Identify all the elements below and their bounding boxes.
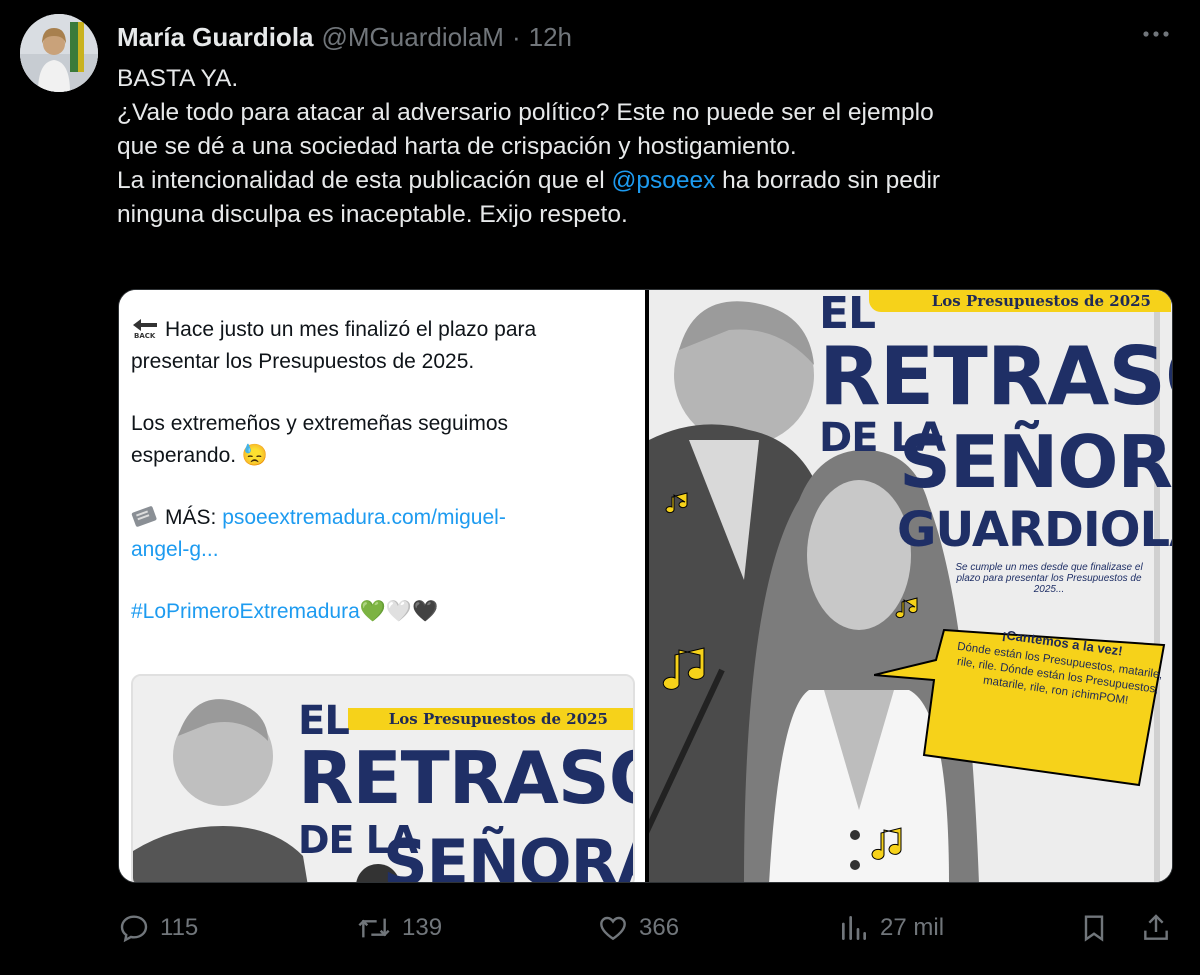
poster-retraso: RETRASO <box>298 736 635 820</box>
embedded-line: #LoPrimeroExtremadura💚🤍🖤 <box>131 596 631 628</box>
more-dots-icon <box>1143 31 1169 37</box>
separator-dot: · <box>511 21 521 52</box>
tweet-line: ¿Vale todo para atacar al adversario pol… <box>117 99 934 126</box>
poster-senora: SEÑORA <box>899 420 1172 504</box>
poster-senora: SEÑORA <box>383 826 633 883</box>
tweet-text: BASTA YA. ¿Vale todo para atacar al adve… <box>117 62 1167 232</box>
poster-banner: Los Presupuestos de 2025 <box>348 708 633 730</box>
media-image-right[interactable]: Los Presupuestos de 2025 EL RETRASO DE L… <box>649 290 1172 882</box>
embedded-line-text: Hace justo un mes finalizó el plazo para <box>165 318 537 341</box>
tweet-line: La intencionalidad de esta publicación q… <box>117 164 1167 198</box>
bookmark-button[interactable] <box>1078 912 1120 944</box>
back-arrow-icon: BACK <box>133 319 157 340</box>
author-name[interactable]: María Guardiola <box>117 22 314 53</box>
avatar-photo <box>20 14 98 92</box>
tweet-line: BASTA YA. <box>117 65 239 92</box>
hashtag-link[interactable]: #LoPrimeroExtremadura <box>131 600 360 623</box>
embedded-link[interactable]: angel-g... <box>131 534 631 566</box>
repost-button[interactable]: 139 <box>356 912 442 944</box>
like-button[interactable]: 366 <box>597 912 679 944</box>
poster-guardiola: GUARDIOLA <box>897 502 1172 558</box>
bookmark-icon <box>1084 915 1104 942</box>
newspaper-icon <box>131 506 157 527</box>
tweet-header: María Guardiola @MGuardiolaM · 12h <box>117 20 572 54</box>
poster-subtitle: Se cumple un mes desde que finalizase el… <box>955 562 1143 595</box>
media-image-left[interactable]: BACK Hace justo un mes finalizó el plazo… <box>119 290 645 882</box>
share-icon <box>1144 914 1168 940</box>
tweet-line: ninguna disculpa es inaceptable. Exijo r… <box>117 201 628 228</box>
embedded-line: BACK Hace justo un mes finalizó el plazo… <box>131 314 631 346</box>
embedded-line: esperando. 😓 <box>131 444 269 467</box>
svg-text:BACK: BACK <box>134 332 156 339</box>
reply-count: 115 <box>160 914 199 941</box>
repost-icon <box>358 918 390 938</box>
views-count: 27 mil <box>880 914 945 941</box>
tweet-line: que se dé a una sociedad harta de crispa… <box>117 133 797 160</box>
author-handle[interactable]: @MGuardiolaM <box>322 22 504 53</box>
tweet-media[interactable]: BACK Hace justo un mes finalizó el plazo… <box>118 289 1173 883</box>
hearts-emoji: 💚🤍🖤 <box>359 600 439 623</box>
author-avatar[interactable] <box>20 14 98 92</box>
embedded-tweet-text: BACK Hace justo un mes finalizó el plazo… <box>131 314 631 628</box>
share-button[interactable] <box>1140 912 1182 944</box>
repost-count: 139 <box>402 914 443 941</box>
mention-link[interactable]: @psoeex <box>611 167 715 194</box>
embedded-poster-preview: Los Presupuestos de 2025 EL RETRASO DE L… <box>131 674 635 883</box>
embedded-line: MÁS: psoeextremadura.com/miguel- <box>131 502 631 534</box>
tweet-actions: 115 139 366 27 mil <box>0 912 1200 952</box>
more-options-button[interactable] <box>1140 22 1172 46</box>
like-count: 366 <box>639 914 680 941</box>
reply-button[interactable]: 115 <box>118 912 198 944</box>
tweet-line-text: La intencionalidad de esta publicación q… <box>117 167 612 194</box>
views-chart-icon <box>842 916 866 940</box>
embedded-line: presentar los Presupuestos de 2025. <box>131 350 475 373</box>
reply-icon <box>120 915 148 943</box>
tweet-timestamp[interactable]: 12h <box>529 22 572 53</box>
embedded-line: Los extremeños y extremeñas seguimos <box>131 412 509 435</box>
more-label: MÁS: <box>165 506 223 529</box>
poster-banner: Los Presupuestos de 2025 <box>869 290 1171 312</box>
views-button[interactable]: 27 mil <box>838 912 944 944</box>
embedded-link[interactable]: psoeextremadura.com/miguel- <box>222 506 506 529</box>
poster-retraso: RETRASO <box>819 330 1172 423</box>
heart-icon <box>600 916 626 941</box>
tweet-line-text: ha borrado sin pedir <box>715 167 941 194</box>
